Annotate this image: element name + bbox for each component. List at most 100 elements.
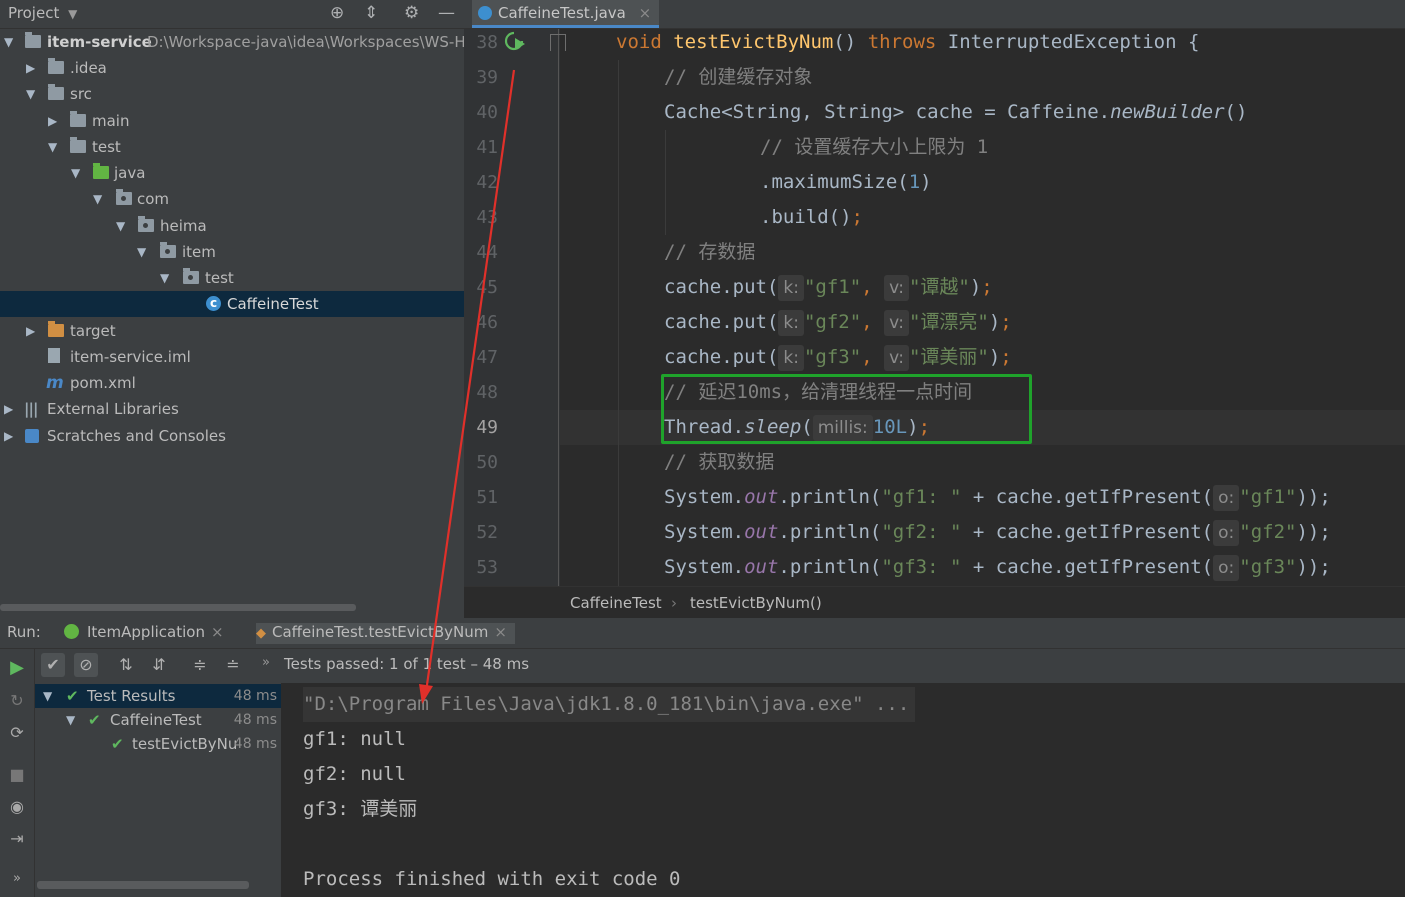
code-token: )	[988, 311, 1001, 333]
tree-item-src[interactable]: ▼ src	[0, 81, 464, 107]
stop-icon[interactable]: ■	[7, 765, 27, 785]
test-node-method[interactable]: ✔ testEvictByNu 48 ms	[35, 732, 281, 756]
run-tab-caffeinetest[interactable]: ◆ CaffeineTest.testEvictByNum ×	[256, 623, 515, 644]
test-node-class[interactable]: ▼ ✔ CaffeineTest 48 ms	[35, 708, 281, 732]
chevron-right-icon[interactable]: ▶	[48, 108, 62, 134]
test-node-label: CaffeineTest	[110, 711, 202, 729]
iml-file-icon	[48, 348, 60, 363]
show-passed-toggle-icon[interactable]: ✔	[41, 653, 65, 677]
collapse-all-icon[interactable]: ≐	[221, 653, 245, 677]
run-test-icon[interactable]	[504, 30, 526, 52]
collapse-all-icon[interactable]: ⇕	[364, 3, 378, 23]
code-line-50[interactable]: // 获取数据	[664, 445, 774, 480]
console-command-line: "D:\Program Files\Java\jdk1.8.0_181\bin\…	[303, 687, 916, 722]
package-icon	[116, 189, 132, 205]
code-line-52[interactable]: System.out.println("gf2: " + cache.getIf…	[664, 515, 1331, 550]
tree-item-main[interactable]: ▶ main	[0, 108, 464, 134]
spring-boot-icon	[64, 624, 79, 639]
sort-duration-icon[interactable]: ⇵	[147, 653, 171, 677]
project-view-selector[interactable]: Project ▼	[8, 4, 77, 22]
chevron-down-icon[interactable]: ▼	[71, 160, 85, 186]
chevron-down-icon[interactable]: ▼	[66, 708, 75, 732]
console-output[interactable]: "D:\Program Files\Java\jdk1.8.0_181\bin\…	[281, 683, 1405, 897]
chevron-down-icon[interactable]: ▼	[93, 186, 107, 212]
test-node-label: testEvictByNu	[132, 735, 238, 753]
code-line-40[interactable]: Cache<String, String> cache = Caffeine.n…	[664, 95, 1247, 130]
rerun-failed-icon[interactable]: ↻	[7, 691, 27, 711]
close-icon[interactable]: ×	[494, 623, 507, 641]
tab-caffeinetest-java[interactable]: CaffeineTest.java ×	[472, 0, 660, 28]
tree-item-caffeinetest[interactable]: CaffeineTest	[0, 290, 464, 317]
tree-item-idea[interactable]: ▶ .idea	[0, 55, 464, 81]
breadcrumb-separator: ›	[671, 594, 677, 612]
chevron-down-icon[interactable]: ▼	[160, 265, 174, 291]
sort-alpha-icon[interactable]: ⇅	[114, 653, 138, 677]
chevron-right-icon[interactable]: ▶	[26, 55, 40, 81]
tree-item-scratches[interactable]: ▶ Scratches and Consoles	[0, 423, 464, 449]
chevron-down-icon[interactable]: ▼	[137, 239, 151, 265]
tree-item-test-package[interactable]: ▼ test	[0, 265, 464, 291]
close-icon[interactable]: ×	[211, 623, 224, 641]
rerun-icon[interactable]: ▶	[7, 657, 27, 678]
code-line-42[interactable]: .maximumSize(1)	[760, 165, 932, 200]
code-token: cache.put(	[664, 346, 779, 368]
tree-item-external-libraries[interactable]: ▶ ||| External Libraries	[0, 396, 464, 422]
code-token: cache.put(	[664, 276, 779, 298]
code-token: ,	[861, 276, 873, 298]
tree-item-heima[interactable]: ▼ heima	[0, 213, 464, 239]
passed-check-icon: ✔	[66, 687, 79, 705]
code-line-45[interactable]: cache.put(k: "gf1", v: "谭越");	[664, 270, 993, 305]
code-line-41[interactable]: // 设置缓存大小上限为 1	[760, 130, 988, 165]
code-line-43[interactable]: .build();	[760, 200, 863, 235]
code-line-47[interactable]: cache.put(k: "gf3", v: "谭美丽");	[664, 340, 1012, 375]
chevron-down-icon[interactable]: ▼	[4, 29, 18, 55]
fold-marker-icon[interactable]	[550, 34, 566, 51]
toggle-auto-test-icon[interactable]: ⟳	[7, 723, 27, 743]
gear-icon[interactable]: ⚙	[404, 3, 419, 23]
chevron-right-icon[interactable]: ▶	[4, 396, 18, 422]
more-actions-icon[interactable]: »	[262, 655, 270, 670]
chevron-right-icon[interactable]: ▶	[26, 318, 40, 344]
code-line-53[interactable]: System.out.println("gf3: " + cache.getIf…	[664, 550, 1331, 585]
show-ignored-toggle-icon[interactable]: ⊘	[74, 653, 98, 677]
horizontal-scrollbar[interactable]	[37, 881, 249, 889]
export-icon[interactable]: ⇥	[7, 829, 27, 849]
chevron-down-icon[interactable]: ▼	[116, 213, 130, 239]
tree-item-label: CaffeineTest	[227, 295, 319, 313]
tree-item-test[interactable]: ▼ test	[0, 134, 464, 160]
code-line-44[interactable]: // 存数据	[664, 235, 755, 270]
code-line-38[interactable]: void testEvictByNum() throws Interrupted…	[616, 25, 1199, 60]
tree-item-item[interactable]: ▼ item	[0, 239, 464, 265]
code-line-46[interactable]: cache.put(k: "gf2", v: "谭漂亮");	[664, 305, 1012, 340]
chevron-right-icon[interactable]: ▶	[4, 423, 18, 449]
code-string: "gf3"	[1239, 556, 1297, 578]
camera-icon[interactable]: ◉	[7, 797, 27, 817]
tree-item-iml[interactable]: item-service.iml	[0, 344, 464, 370]
tree-item-pom[interactable]: m pom.xml	[0, 370, 464, 396]
breadcrumb-class[interactable]: CaffeineTest	[570, 594, 662, 612]
code-line-51[interactable]: System.out.println("gf1: " + cache.getIf…	[664, 480, 1331, 515]
code-token: .println(	[778, 521, 882, 543]
code-line-39[interactable]: // 创建缓存对象	[664, 60, 812, 95]
tree-item-label: item-service	[47, 33, 152, 51]
breadcrumb-method[interactable]: testEvictByNum()	[690, 594, 822, 612]
maven-icon: m	[46, 373, 64, 393]
tree-item-target[interactable]: ▶ target	[0, 318, 464, 344]
tree-item-item-service[interactable]: ▼ item-service D:\Workspace-java\idea\Wo…	[0, 29, 464, 55]
horizontal-scrollbar[interactable]	[0, 604, 356, 611]
more-icon[interactable]: »	[7, 871, 27, 891]
code-token: InterruptedException {	[947, 31, 1200, 53]
chevron-down-icon[interactable]: ▼	[43, 684, 52, 708]
test-node-results[interactable]: ▼ ✔ Test Results 48 ms	[35, 684, 281, 708]
locate-icon[interactable]: ⊕	[330, 3, 344, 23]
close-icon[interactable]: ×	[639, 4, 652, 22]
test-status-text: Tests passed: 1 of 1 test – 48 ms	[284, 655, 530, 673]
line-number: 53	[476, 557, 498, 578]
hide-icon[interactable]: —	[438, 3, 455, 23]
chevron-down-icon[interactable]: ▼	[26, 81, 40, 107]
expand-all-icon[interactable]: ≑	[188, 653, 212, 677]
tree-item-java[interactable]: ▼ java	[0, 160, 464, 186]
chevron-down-icon[interactable]: ▼	[48, 134, 62, 160]
tree-item-com[interactable]: ▼ com	[0, 186, 464, 212]
run-tab-itemapplication[interactable]: ItemApplication ×	[64, 623, 224, 641]
